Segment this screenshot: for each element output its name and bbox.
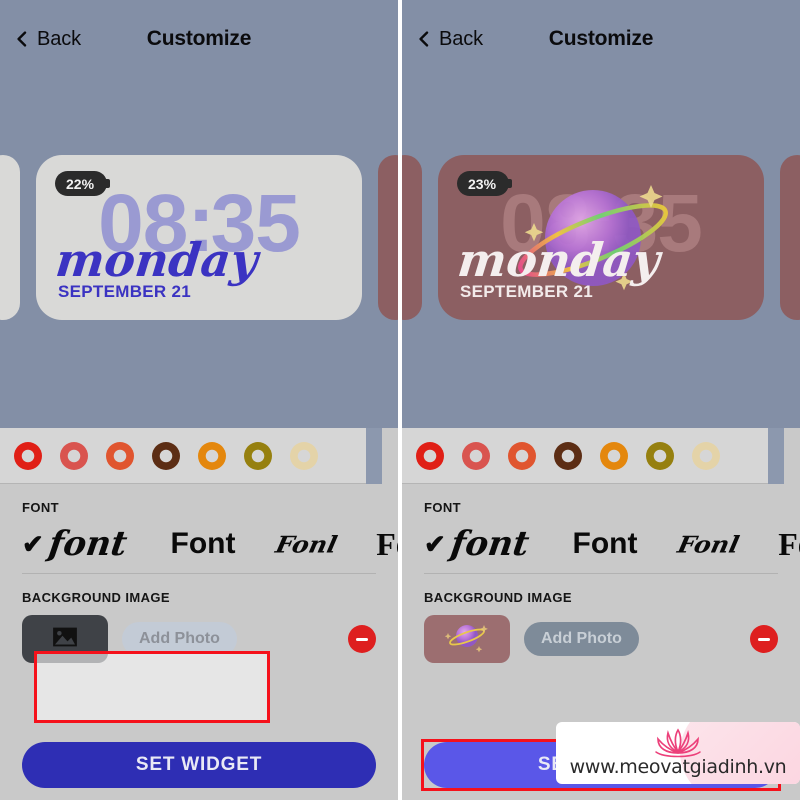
widget-date-left: SEPTEMBER 21: [58, 282, 192, 301]
swatch-scroll-indicator[interactable]: [366, 428, 382, 484]
swatch-scroll-indicator[interactable]: [768, 428, 784, 484]
color-swatch-dark-brown[interactable]: [554, 441, 582, 470]
font-options-row-right[interactable]: ✔ font Font Fonl Font: [402, 515, 800, 573]
carousel-peek-next[interactable]: [378, 155, 398, 320]
font-section-label: FONT: [22, 500, 59, 515]
font-option-script[interactable]: font: [46, 524, 129, 564]
phone-screen-after: Back Customize 23% 08:35 monday SEPTEMBE…: [402, 0, 800, 800]
color-swatch-strip-left[interactable]: [0, 428, 382, 484]
color-swatch-orange-red[interactable]: [106, 441, 134, 470]
screenshot-stage: Back Customize 08:35 22% 08:35 monday SE…: [0, 0, 800, 800]
widget-carousel-right[interactable]: 23% 08:35 monday SEPTEMBER 21: [402, 155, 800, 330]
watermark: www.meovatgiadinh.vn: [556, 722, 800, 784]
color-swatch-dark-brown[interactable]: [152, 441, 180, 470]
background-section-label: BACKGROUND IMAGE: [22, 590, 170, 605]
app-header: Back Customize: [0, 0, 398, 78]
battery-badge-left: 22%: [55, 171, 111, 196]
image-placeholder-icon: [50, 622, 80, 657]
minus-icon: [356, 637, 368, 641]
font-option-serif[interactable]: Font: [778, 528, 800, 560]
add-photo-button-right[interactable]: Add Photo: [524, 622, 639, 656]
back-button[interactable]: Back: [416, 28, 483, 51]
font-section-label: FONT: [424, 500, 461, 515]
font-option-brush[interactable]: Fonl: [273, 531, 339, 558]
back-label: Back: [439, 27, 484, 50]
font-option-sans[interactable]: Font: [171, 529, 236, 559]
color-swatch-strip-right[interactable]: [402, 428, 784, 484]
font-option-sans[interactable]: Font: [573, 529, 638, 559]
add-photo-button-left[interactable]: Add Photo: [122, 622, 237, 656]
remove-background-button-right[interactable]: [750, 625, 778, 653]
widget-date-right: SEPTEMBER 21: [460, 282, 594, 301]
carousel-peek-previous[interactable]: 08:35: [0, 155, 20, 320]
planet-icon: [437, 619, 497, 660]
remove-background-button-left[interactable]: [348, 625, 376, 653]
widget-preview-right[interactable]: 23% 08:35 monday SEPTEMBER 21: [438, 155, 764, 320]
font-options-row-left[interactable]: ✔ font Font Fonl Font: [0, 515, 398, 573]
background-thumbnail-filled[interactable]: [424, 615, 510, 663]
chevron-left-icon: [416, 31, 432, 47]
minus-icon: [758, 637, 770, 641]
watermark-text: www.meovatgiadinh.vn: [569, 756, 787, 778]
app-header: Back Customize: [402, 0, 800, 78]
carousel-peek-previous[interactable]: [402, 155, 422, 320]
widget-preview-left[interactable]: 22% 08:35 monday SEPTEMBER 21: [36, 155, 362, 320]
back-button[interactable]: Back: [14, 28, 81, 51]
options-sheet-left: FONT ✔ font Font Fonl Font BACKGROUND IM…: [0, 428, 398, 800]
check-icon: ✔: [22, 529, 44, 559]
widget-carousel-left[interactable]: 08:35 22% 08:35 monday SEPTEMBER 21: [0, 155, 398, 330]
check-icon: ✔: [424, 529, 446, 559]
background-image-row-left: Add Photo: [0, 605, 398, 663]
color-swatch-orange[interactable]: [600, 441, 628, 470]
background-thumbnail-empty[interactable]: [22, 615, 108, 663]
carousel-peek-next[interactable]: [780, 155, 800, 320]
set-widget-button-left[interactable]: SET WIDGET: [22, 742, 376, 788]
color-swatch-red[interactable]: [14, 441, 42, 470]
widget-dayname-right: monday: [455, 233, 663, 287]
back-label: Back: [37, 27, 82, 50]
color-swatch-cream[interactable]: [692, 441, 720, 470]
phone-screen-before: Back Customize 08:35 22% 08:35 monday SE…: [0, 0, 398, 800]
color-swatch-olive[interactable]: [244, 441, 272, 470]
chevron-left-icon: [14, 31, 30, 47]
font-option-brush[interactable]: Fonl: [675, 531, 741, 558]
color-swatch-cream[interactable]: [290, 441, 318, 470]
background-section-label: BACKGROUND IMAGE: [424, 590, 572, 605]
color-swatch-orange[interactable]: [198, 441, 226, 470]
color-swatch-orange-red[interactable]: [508, 441, 536, 470]
widget-dayname-left: monday: [53, 233, 261, 287]
color-swatch-olive[interactable]: [646, 441, 674, 470]
battery-badge-right: 23%: [457, 171, 513, 196]
background-image-row-right: Add Photo: [402, 605, 800, 663]
font-option-serif[interactable]: Font: [376, 528, 398, 560]
color-swatch-coral-pink[interactable]: [462, 441, 490, 470]
font-option-script[interactable]: font: [448, 524, 531, 564]
color-swatch-coral-pink[interactable]: [60, 441, 88, 470]
color-swatch-red[interactable]: [416, 441, 444, 470]
